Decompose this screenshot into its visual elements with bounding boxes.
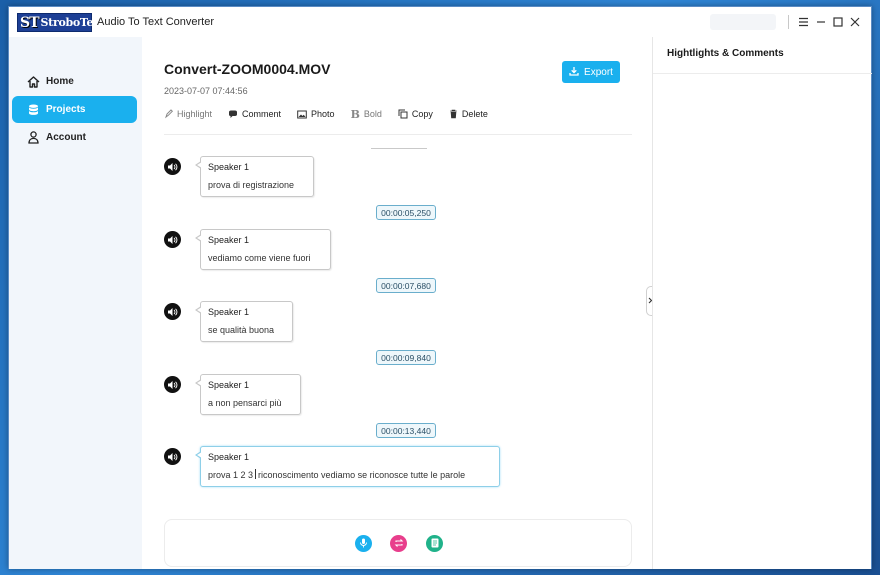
title-bar: ST StroboTech Audio To Text Converter [9, 7, 871, 37]
document-title: Convert-ZOOM0004.MOV [164, 61, 331, 77]
microphone-icon [359, 535, 368, 553]
comment-button[interactable]: Comment [228, 109, 281, 119]
notes-button[interactable] [426, 535, 443, 552]
play-audio-icon[interactable] [164, 303, 181, 320]
microphone-button[interactable] [355, 535, 372, 552]
play-audio-icon[interactable] [164, 158, 181, 175]
text-after-cursor: riconoscimento vediamo se riconosce tutt… [258, 470, 466, 480]
speaker-name: Speaker 1 [208, 307, 250, 317]
bold-label: Bold [363, 109, 382, 119]
menu-icon[interactable] [795, 14, 812, 30]
export-button[interactable]: Export [562, 61, 620, 83]
image-icon [297, 110, 307, 119]
copy-icon [398, 109, 408, 119]
database-icon [26, 103, 40, 117]
user-icon [26, 131, 40, 145]
segment-text[interactable]: prova di registrazione [208, 179, 306, 191]
titlebar-divider [788, 15, 789, 29]
toolbar-divider [164, 134, 632, 135]
play-audio-icon[interactable] [164, 376, 181, 393]
highlight-label: Highlight [177, 109, 213, 119]
timestamp-badge[interactable]: 00:00:09,840 [376, 350, 436, 365]
segment-text-editor[interactable]: prova 1 2 3 riconoscimento vediamo se ric… [208, 469, 492, 481]
editor-toolbar: Highlight Comment Photo B Bold Copy Dele… [164, 107, 504, 121]
maximize-icon[interactable] [829, 14, 846, 30]
timestamp-badge[interactable]: 00:00:13,440 [376, 423, 436, 438]
comment-label: Comment [242, 109, 282, 119]
transcript-segment[interactable]: Speaker 1 se qualità buona [195, 301, 293, 342]
copy-button[interactable]: Copy [398, 109, 433, 119]
sidebar-item-home[interactable]: Home [12, 68, 137, 95]
timestamp-badge[interactable]: 00:00:05,250 [376, 205, 436, 220]
panel-title: Hightlights & Comments [667, 48, 784, 59]
highlight-button[interactable]: Highlight [164, 109, 212, 119]
sidebar-item-label: Account [46, 132, 86, 143]
document-date: 2023-07-07 07:44:56 [164, 86, 248, 96]
play-audio-icon[interactable] [164, 231, 181, 248]
speaker-name: Speaker 1 [208, 452, 250, 462]
copy-label: Copy [411, 109, 433, 119]
bold-button[interactable]: B Bold [351, 108, 382, 121]
app-window: ST StroboTech Audio To Text Converter Ho… [8, 6, 872, 569]
app-title: Audio To Text Converter [97, 16, 214, 28]
transcript-segment[interactable]: Speaker 1 vediamo come viene fuori [195, 229, 331, 270]
playback-bar [164, 519, 632, 567]
photo-label: Photo [311, 109, 335, 119]
sidebar: Home Projects Account [9, 37, 142, 569]
close-icon[interactable] [846, 14, 863, 30]
sidebar-item-label: Projects [46, 104, 86, 115]
window-controls [710, 14, 863, 30]
transcript-segment-editing[interactable]: Speaker 1 prova 1 2 3 riconoscimento vedi… [195, 446, 500, 487]
titlebar-placeholder [710, 14, 776, 30]
timestamp-badge[interactable]: 00:00:07,680 [376, 278, 436, 293]
segment-text[interactable]: vediamo come viene fuori [208, 252, 323, 264]
comment-icon [228, 110, 238, 119]
segment-text[interactable]: a non pensarci più [208, 397, 293, 409]
swap-button[interactable] [390, 535, 407, 552]
home-icon [26, 75, 40, 89]
swap-icon [394, 535, 404, 553]
text-cursor [255, 469, 257, 479]
transcript-segment[interactable]: Speaker 1 prova di registrazione [195, 156, 314, 197]
main-content: Convert-ZOOM0004.MOV 2023-07-07 07:44:56… [142, 37, 652, 569]
play-audio-icon[interactable] [164, 448, 181, 465]
notes-icon [431, 535, 439, 553]
speaker-name: Speaker 1 [208, 162, 250, 172]
minimize-icon[interactable] [812, 14, 829, 30]
highlights-panel: Hightlights & Comments [652, 37, 872, 569]
photo-button[interactable]: Photo [297, 109, 335, 119]
trash-icon [449, 109, 458, 119]
scroll-indicator [371, 148, 427, 149]
speaker-name: Speaker 1 [208, 380, 250, 390]
export-label: Export [584, 66, 613, 78]
segment-text[interactable]: se qualità buona [208, 324, 285, 336]
export-icon [569, 66, 579, 79]
bold-icon: B [350, 107, 360, 121]
transcript-segment[interactable]: Speaker 1 a non pensarci più [195, 374, 301, 415]
sidebar-item-projects[interactable]: Projects [12, 96, 137, 123]
delete-label: Delete [461, 109, 488, 119]
text-before-cursor: prova 1 2 3 [208, 470, 254, 480]
logo-mark: ST [20, 14, 40, 31]
panel-divider [653, 73, 872, 74]
speaker-name: Speaker 1 [208, 235, 250, 245]
sidebar-item-label: Home [46, 76, 74, 87]
pen-icon [164, 109, 173, 119]
delete-button[interactable]: Delete [449, 109, 488, 119]
app-logo: ST StroboTech [17, 13, 108, 32]
sidebar-item-account[interactable]: Account [12, 124, 137, 151]
